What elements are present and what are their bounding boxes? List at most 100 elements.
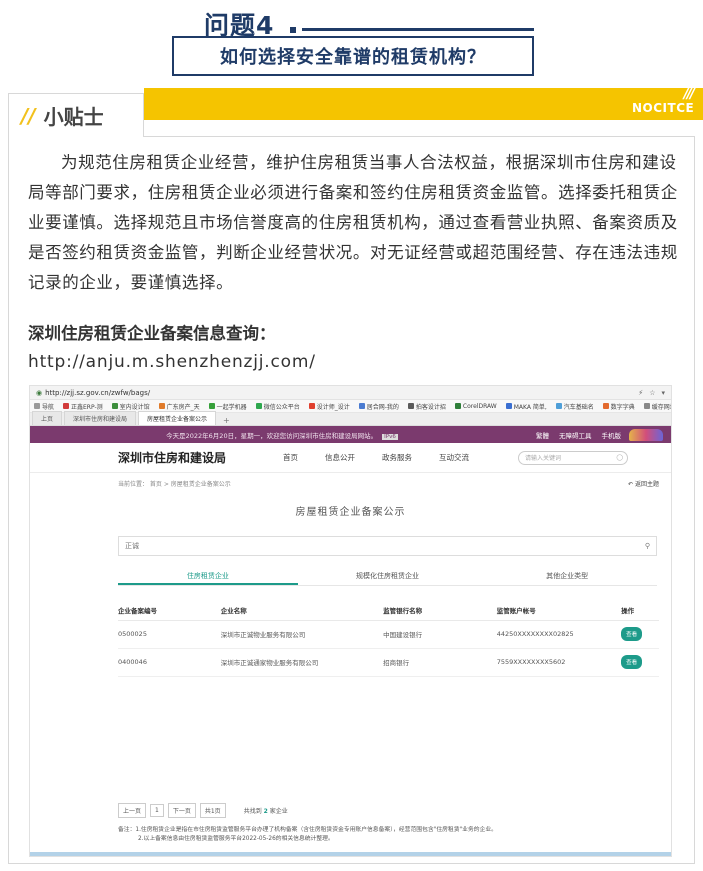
bookmark-item[interactable]: 汽车基础名 — [555, 402, 594, 411]
cell-action: 查看 — [621, 648, 659, 677]
star-icon[interactable]: ☆ — [649, 389, 655, 397]
bookmark-favicon-icon — [555, 403, 562, 409]
bookmark-favicon-icon — [308, 403, 315, 409]
bookmark-item[interactable]: 一起学机器 — [208, 402, 247, 411]
cell-account: 44250XXXXXXXX02825 — [496, 620, 622, 649]
bookmark-favicon-icon — [602, 403, 609, 409]
company-search-input[interactable]: 正诚 ⚲ — [118, 536, 657, 556]
bookmark-item[interactable]: 居合网-我的 — [358, 402, 399, 411]
total-pages: 共1页 — [199, 803, 226, 818]
search-icon[interactable]: ⚲ — [645, 542, 650, 550]
prev-page-button[interactable]: 上一页 — [118, 803, 147, 818]
bookmark-item[interactable]: 导航 — [34, 402, 54, 411]
bookmark-label: 拍客设计招 — [415, 403, 446, 411]
bookmark-label: 设计师_设计 — [316, 403, 350, 411]
new-tab-icon[interactable]: + — [218, 416, 235, 425]
page-icon: ◉ — [36, 388, 43, 397]
welcome-notice: 今天是2022年6月20日，星期一，欢迎您访问深圳市住房和建设局网站。 IPv6 — [38, 430, 526, 440]
bookmark-label: 汽车基础名 — [563, 403, 594, 411]
bookmark-favicon-icon — [208, 403, 215, 409]
nav-info[interactable]: 信息公开 — [325, 452, 355, 463]
footnotes: 备注：1.住房租赁企业是指在市住房租赁监管服务平台办理了机构备案（含住房租赁资金… — [118, 826, 497, 844]
bookmark-favicon-icon — [643, 403, 650, 409]
bookmark-item[interactable]: 数字字典 — [602, 402, 635, 411]
traditional-link[interactable]: 繁體 — [536, 430, 549, 440]
table-header-row: 企业备案编号 企业名称 监管银行名称 监管账户帐号 操作 — [118, 600, 659, 621]
site-logo-icon — [629, 428, 663, 441]
view-button[interactable]: 查看 — [621, 655, 643, 669]
tips-tab: // 小贴士 — [8, 93, 144, 137]
nav-interaction[interactable]: 互动交流 — [439, 452, 469, 463]
nav-services[interactable]: 政务服务 — [382, 452, 412, 463]
column-header: 操作 — [621, 600, 659, 621]
mobile-link[interactable]: 手机版 — [602, 430, 622, 440]
footnote-2: 2.以上备案信息由住房租赁监管服务平台2022-05-26的相关信息统计整理。 — [138, 836, 334, 842]
column-header: 监管账户帐号 — [496, 600, 622, 621]
page-title: 房屋租赁企业备案公示 — [295, 507, 406, 518]
site-search-placeholder: 请输入关键词 — [525, 455, 562, 462]
bookmark-item[interactable]: 广东房产_天 — [158, 402, 200, 411]
tips-slash-icon: // — [21, 103, 36, 128]
column-header: 监管银行名称 — [383, 600, 497, 621]
category-tab[interactable]: 规模化住房租赁企业 — [298, 568, 478, 585]
pagination: 上一页 1 下一页 共1页 共找到 2 家企业 — [118, 803, 288, 818]
question-subtitle: 如何选择安全靠谱的租赁机构？ — [172, 36, 534, 76]
bookmark-favicon-icon — [63, 403, 70, 409]
search-icon[interactable]: ◯ — [616, 454, 623, 461]
site-name[interactable]: 深圳市住房和建设局 — [118, 449, 283, 466]
bookmark-favicon-icon — [111, 403, 118, 409]
back-label: 返回主题 — [634, 480, 659, 488]
bookmark-item[interactable]: 正鑫ERP-测 — [63, 402, 103, 411]
browser-tab[interactable]: 深圳市住房和建设局 — [64, 411, 137, 425]
bookmark-item[interactable]: 设计师_设计 — [308, 402, 350, 411]
bookmark-favicon-icon — [158, 403, 165, 409]
site-header: 深圳市住房和建设局 首页 信息公开 政务服务 互动交流 请输入关键词 ◯ — [30, 443, 671, 473]
bookmark-label: CorelDRAW — [462, 402, 497, 410]
cell-account: 7559XXXXXXXX5602 — [496, 648, 622, 677]
found-count: 2 — [263, 808, 268, 815]
address-bar[interactable]: ◉ http://zjj.sz.gov.cn/zwfw/bags/ ⚡ ☆ ▾ — [30, 386, 671, 400]
bottom-strip — [30, 852, 671, 856]
bookmark-label: 导航 — [42, 403, 55, 411]
address-url[interactable]: http://zjj.sz.gov.cn/zwfw/bags/ — [45, 389, 632, 397]
bookmark-item[interactable]: MAKA 简单, — [505, 402, 547, 411]
bookmark-item[interactable]: 拍客设计招 — [407, 402, 446, 411]
next-page-button[interactable]: 下一页 — [167, 803, 196, 818]
slash-decoration-icon: /// — [683, 86, 695, 102]
bookmark-label: MAKA 简单, — [513, 403, 547, 411]
accessibility-link[interactable]: 无障碍工具 — [559, 430, 592, 440]
cell-name: 深圳市正诚物业服务有限公司 — [220, 620, 384, 649]
view-button[interactable]: 查看 — [621, 627, 643, 641]
bookmark-label: 微信公众平台 — [263, 403, 300, 411]
tips-banner-bar: /// — [144, 86, 703, 120]
bookmark-favicon-icon — [358, 403, 365, 409]
bookmark-item[interactable]: 微信公众平台 — [255, 402, 300, 411]
column-header: 企业备案编号 — [118, 600, 221, 621]
site-topbar: 今天是2022年6月20日，星期一，欢迎您访问深圳市住房和建设局网站。 IPv6… — [30, 426, 671, 443]
browser-tabs: 上页 深圳市住房和建设局 房屋租赁企业备案公示 + — [30, 411, 671, 426]
bolt-icon[interactable]: ⚡ — [638, 389, 643, 397]
chevron-down-icon[interactable]: ▾ — [661, 389, 665, 397]
bookmark-item[interactable]: 缓存网址 — [643, 402, 671, 411]
category-tab[interactable]: 其他企业类型 — [477, 568, 657, 585]
cell-id: 0500025 — [118, 620, 221, 649]
back-button[interactable]: ↶ 返回主题 — [628, 479, 659, 488]
browser-tab[interactable]: 上页 — [32, 411, 63, 425]
page-number-button[interactable]: 1 — [150, 804, 164, 817]
bookmark-label: 缓存网址 — [651, 403, 671, 411]
bookmark-label: 数字字典 — [610, 403, 635, 411]
found-prefix: 共找到 — [243, 808, 262, 815]
found-count-text: 共找到 2 家企业 — [244, 806, 288, 815]
column-header: 企业名称 — [220, 600, 384, 621]
category-tab[interactable]: 住房租赁企业 — [118, 568, 298, 585]
table-row: 0400046 深圳市正诚通家物业服务有限公司 招商银行 7559XXXXXXXX56… — [118, 648, 659, 677]
breadcrumb: 当前位置： 首页 > 房屋租赁企业备案公示 ↶ 返回主题 — [30, 473, 671, 493]
browser-tab[interactable]: 房屋租赁企业备案公示 — [138, 411, 217, 425]
nav-home[interactable]: 首页 — [283, 452, 298, 463]
site-search-input[interactable]: 请输入关键词 ◯ — [518, 450, 628, 465]
bookmark-item[interactable]: 室内设计馆 — [111, 402, 150, 411]
bookmark-item[interactable]: CorelDRAW — [454, 402, 497, 410]
embedded-browser-screenshot: ◉ http://zjj.sz.gov.cn/zwfw/bags/ ⚡ ☆ ▾ … — [29, 385, 672, 857]
query-url-link[interactable]: http://anju.m.shenzhenzjj.com/ — [28, 352, 316, 372]
footnote-1: 备注：1.住房租赁企业是指在市住房租赁监管服务平台办理了机构备案（含住房租赁资金… — [118, 827, 497, 833]
